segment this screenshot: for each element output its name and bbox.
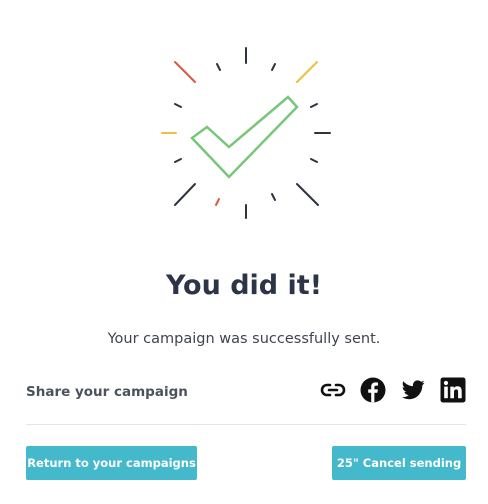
twitter-icon[interactable]: [400, 377, 426, 403]
cancel-sending-button[interactable]: 25" Cancel sending: [332, 446, 466, 480]
facebook-icon[interactable]: [360, 377, 386, 403]
campaign-sent-page: You did it! Your campaign was successful…: [0, 0, 488, 504]
divider: [26, 424, 466, 425]
link-icon[interactable]: [320, 377, 346, 403]
share-label: Share your campaign: [26, 384, 188, 400]
return-to-campaigns-button[interactable]: Return to your campaigns: [26, 446, 197, 480]
linkedin-icon[interactable]: [440, 377, 466, 403]
share-icons: [320, 377, 466, 403]
success-message: Your campaign was successfully sent.: [107, 331, 381, 347]
page-title: You did it!: [165, 270, 323, 301]
checkmark-clock-icon: [161, 47, 331, 219]
